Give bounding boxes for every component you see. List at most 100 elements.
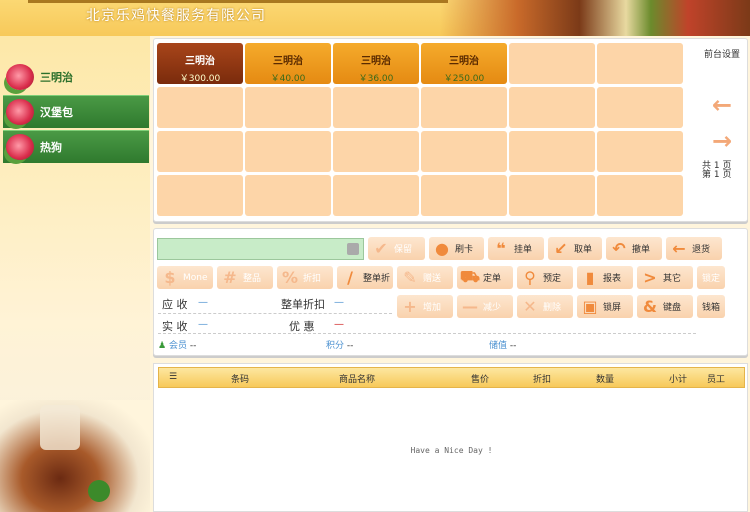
empty-product-tile[interactable] (509, 131, 595, 172)
column-discount: 折扣 (533, 375, 552, 385)
column-barcode: 条码 (231, 375, 250, 385)
header-rule (28, 0, 448, 3)
user-icon: ● (435, 239, 449, 258)
retrieve-order-button[interactable]: ↙ 取单 (548, 237, 602, 260)
empty-product-tile[interactable] (509, 87, 595, 128)
greater-than-icon: > (643, 268, 657, 287)
product-price: ￥250.00 (443, 74, 485, 84)
empty-product-tile[interactable] (333, 87, 419, 128)
delete-button[interactable]: ✕ 删除 (517, 295, 573, 318)
empty-product-tile[interactable] (245, 87, 331, 128)
arrow-left-icon[interactable]: ← (708, 93, 736, 117)
empty-product-tile[interactable] (245, 175, 331, 216)
category-item-hamburger[interactable]: 汉堡包 (3, 95, 149, 128)
points-info: 积分 -- (326, 341, 354, 351)
barcode-input[interactable] (157, 238, 364, 260)
undo-icon: ↶ (612, 239, 626, 258)
product-price: ￥36.00 (358, 74, 394, 84)
arrow-right-icon[interactable]: → (708, 129, 736, 153)
swipe-card-button[interactable]: ● 刷卡 (429, 237, 484, 260)
product-name: 三明治 (185, 56, 215, 67)
percent-icon: % (281, 268, 299, 287)
cancel-order-button[interactable]: ↶ 撤单 (606, 237, 662, 260)
category-label: 热狗 (40, 141, 62, 154)
product-name: 三明治 (273, 56, 303, 67)
keyboard-button[interactable]: & 键盘 (637, 295, 693, 318)
category-item-sandwich[interactable]: 三明治 (3, 60, 149, 93)
column-staff: 员工 (707, 375, 726, 385)
hash-icon: # (223, 268, 237, 287)
empty-product-tile[interactable] (333, 175, 419, 216)
column-product-name: 商品名称 (339, 375, 376, 385)
paperclip-icon: ⚲ (524, 268, 536, 287)
discount-button[interactable]: % 折扣 (277, 266, 333, 289)
table-header: ☰ 条码 商品名称 售价 折扣 数量 小计 员工 (158, 367, 745, 388)
broccoli-image (88, 480, 110, 502)
receivable-value: — (198, 297, 208, 308)
increase-button[interactable]: + 增加 (397, 295, 453, 318)
decrease-button[interactable]: — 减少 (457, 295, 513, 318)
whole-order-discount-button[interactable]: / 整单折 (337, 266, 393, 289)
product-tile[interactable]: 三明治 ￥36.00 (333, 43, 419, 84)
order-items-table: ☰ 条码 商品名称 售价 折扣 数量 小计 员工 Have a Nice Day… (153, 363, 748, 512)
balance-info: 储值 -- (489, 341, 517, 351)
lock-button[interactable]: 锁定 (697, 266, 725, 289)
menu-icon[interactable]: ☰ (169, 372, 177, 382)
empty-product-tile[interactable] (421, 87, 507, 128)
product-tile[interactable]: 三明治 ￥250.00 (421, 43, 507, 84)
column-subtotal: 小计 (669, 375, 688, 385)
empty-product-tile[interactable] (421, 131, 507, 172)
cart-icon: ⛟ (459, 267, 481, 286)
empty-product-tile[interactable] (157, 131, 243, 172)
empty-product-tile[interactable] (509, 43, 595, 84)
quote-icon: ❝ (496, 239, 506, 258)
hold-button[interactable]: ✔ 保留 (368, 237, 425, 260)
report-button[interactable]: ▮ 报表 (577, 266, 633, 289)
ampersand-icon: & (643, 297, 657, 316)
minus-icon: — (462, 297, 478, 316)
empty-product-tile[interactable] (509, 175, 595, 216)
food-photo (0, 400, 150, 512)
empty-product-tile[interactable] (333, 131, 419, 172)
empty-product-tile[interactable] (157, 87, 243, 128)
whole-discount-value: — (334, 297, 344, 308)
return-goods-button[interactable]: ← 退货 (666, 237, 722, 260)
cash-drawer-button[interactable]: 钱箱 (697, 295, 725, 318)
wand-icon: ✎ (403, 268, 417, 287)
gift-button[interactable]: ✎ 赠送 (397, 266, 453, 289)
hang-order-button[interactable]: ❝ 挂单 (488, 237, 544, 260)
empty-product-tile[interactable] (597, 87, 683, 128)
empty-product-tile[interactable] (597, 43, 683, 84)
frontdesk-settings-link[interactable]: 前台设置 (696, 47, 748, 60)
company-title: 北京乐鸡快餐服务有限公司 (86, 8, 266, 24)
product-name: 三明治 (361, 56, 391, 67)
product-tile[interactable]: 三明治 ￥40.00 (245, 43, 331, 84)
empty-product-tile[interactable] (421, 175, 507, 216)
category-item-hotdog[interactable]: 热狗 (3, 130, 149, 163)
product-price: ￥300.00 (179, 74, 221, 84)
bar-chart-icon: ▮ (585, 268, 595, 287)
arrow-down-left-icon: ↙ (554, 239, 568, 258)
empty-product-tile[interactable] (597, 131, 683, 172)
promo-value: — (334, 319, 344, 330)
empty-product-tile[interactable] (245, 131, 331, 172)
money-button[interactable]: $ Mone (157, 266, 213, 289)
rose-icon (6, 99, 34, 125)
lock-screen-button[interactable]: ▣ 锁屏 (577, 295, 633, 318)
paid-value: — (198, 319, 208, 330)
divider (158, 333, 696, 334)
product-tile[interactable]: 三明治 ￥300.00 (157, 43, 243, 84)
other-button[interactable]: > 其它 (637, 266, 693, 289)
reserve-button[interactable]: ⚲ 预定 (517, 266, 573, 289)
whole-discount-label: 整单折扣 (281, 298, 325, 311)
current-page: 第 1 页 (702, 170, 732, 180)
plus-icon: + (403, 297, 417, 316)
slash-icon: / (347, 268, 353, 287)
empty-product-tile[interactable] (157, 175, 243, 216)
order-button[interactable]: ⛟ 定单 (457, 266, 513, 289)
whole-item-button[interactable]: # 整品 (217, 266, 273, 289)
member-icon: ♟ (158, 341, 167, 351)
keyboard-icon[interactable] (347, 243, 359, 255)
empty-product-tile[interactable] (597, 175, 683, 216)
promo-label: 优 惠 (289, 320, 315, 333)
